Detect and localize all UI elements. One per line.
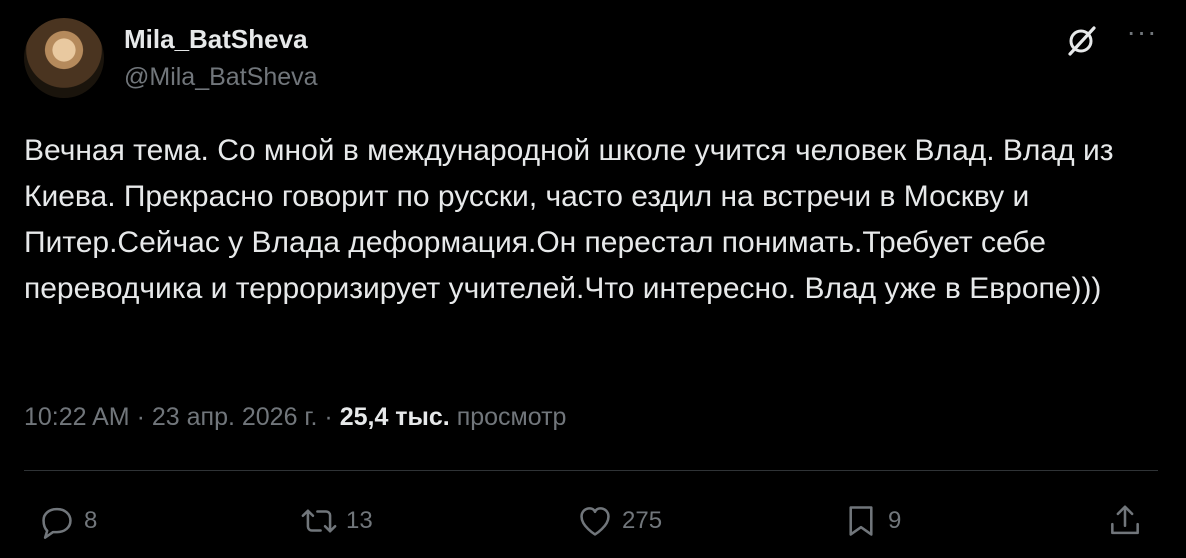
tweet-text: Вечная тема. Со мной в международной шко… bbox=[24, 134, 1114, 305]
repost-icon bbox=[301, 509, 337, 533]
tweet-date[interactable]: 23 апр. 2026 г. bbox=[152, 403, 318, 431]
heart-icon bbox=[580, 507, 610, 536]
bookmark-icon bbox=[849, 506, 873, 536]
tweet-header: Mila_BatSheva @Mila_BatSheva ··· bbox=[24, 18, 1162, 102]
reply-button[interactable]: 8 bbox=[38, 496, 97, 546]
reply-count: 8 bbox=[84, 507, 98, 534]
tweet-time[interactable]: 10:22 AM bbox=[24, 403, 130, 431]
divider bbox=[24, 470, 1158, 471]
grok-icon[interactable] bbox=[1062, 20, 1102, 60]
display-name[interactable]: Mila_BatSheva bbox=[124, 22, 318, 56]
like-button[interactable]: 275 bbox=[576, 496, 662, 546]
views-label: просмотр bbox=[456, 403, 567, 431]
share-button[interactable] bbox=[1106, 496, 1144, 546]
author-names: Mila_BatSheva @Mila_BatSheva bbox=[124, 22, 318, 94]
more-icon[interactable]: ··· bbox=[1122, 18, 1162, 52]
bookmark-count: 9 bbox=[888, 507, 902, 534]
tweet-meta: 10:22 AM · 23 апр. 2026 г. · 25,4 тыс. п… bbox=[24, 400, 566, 434]
avatar[interactable] bbox=[24, 18, 104, 98]
bookmark-button[interactable]: 9 bbox=[842, 496, 901, 546]
views-count[interactable]: 25,4 тыс. bbox=[340, 403, 450, 431]
meta-separator: · bbox=[324, 403, 333, 431]
repost-button[interactable]: 13 bbox=[300, 496, 373, 546]
reply-icon bbox=[42, 507, 72, 539]
like-count: 275 bbox=[622, 507, 663, 534]
meta-separator: · bbox=[136, 403, 145, 431]
action-bar: 8 13 275 9 bbox=[24, 496, 1162, 546]
repost-count: 13 bbox=[346, 507, 373, 534]
share-icon bbox=[1111, 505, 1139, 535]
handle[interactable]: @Mila_BatSheva bbox=[124, 60, 318, 94]
